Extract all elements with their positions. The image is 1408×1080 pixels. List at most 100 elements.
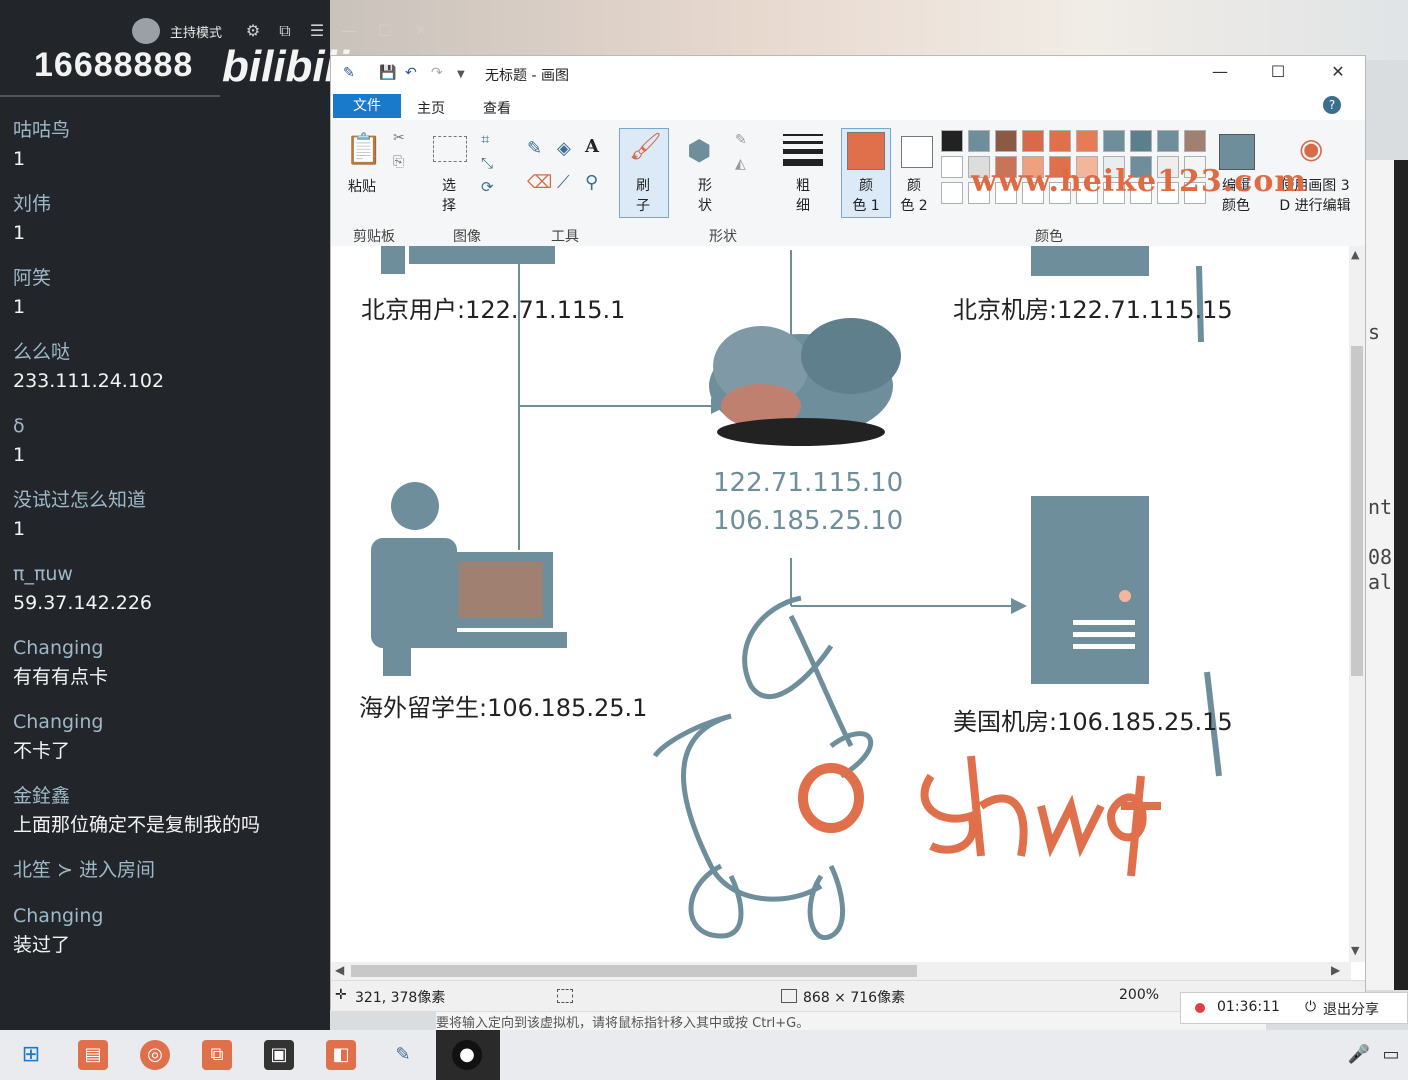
maximize-icon[interactable]: ☐ (376, 22, 394, 40)
undo-icon[interactable]: ↶ (405, 65, 417, 81)
exit-share-button[interactable]: 退出分享 (1323, 999, 1379, 1019)
redo-icon[interactable]: ↷ (431, 65, 443, 81)
palette-swatch[interactable] (1157, 130, 1179, 152)
chat-message: 阿笑 1 (13, 264, 323, 338)
palette-swatch[interactable] (941, 156, 963, 178)
windows-start-icon[interactable]: ⊞ (16, 1040, 46, 1070)
resize-icon[interactable]: ⤡ (481, 154, 493, 172)
message-user: π_πuw (13, 563, 73, 585)
tab-file[interactable]: 文件 (333, 94, 401, 118)
text-icon[interactable]: A (585, 136, 599, 157)
chat-message: π_πuw 59.37.142.226 (13, 560, 323, 634)
fill-icon[interactable]: ◈ (557, 138, 571, 159)
thickness-button[interactable]: 粗 细 (791, 176, 815, 216)
brush-label: 刷 子 (636, 178, 650, 214)
notification-icon[interactable]: ▭ (1376, 1040, 1406, 1070)
tab-view[interactable]: 查看 (483, 98, 511, 118)
color2-swatch[interactable] (901, 136, 933, 168)
eraser-icon[interactable]: ⌫ (527, 172, 552, 193)
scroll-right-icon[interactable]: ▶ (1331, 963, 1340, 977)
hscroll-thumb[interactable] (351, 965, 917, 977)
rotate-icon[interactable]: ⟳ (481, 178, 494, 196)
palette-swatch[interactable] (1184, 130, 1206, 152)
minimize-icon[interactable]: — (340, 22, 358, 40)
customize-dropdown-icon[interactable]: ▼ (457, 69, 465, 80)
group-label-tools: 工具 (551, 229, 579, 245)
vertical-scrollbar[interactable]: ▲ ▼ (1349, 246, 1365, 962)
settings-icon[interactable]: ⚙ (244, 22, 262, 40)
vm-app-icon[interactable]: ⧉ (202, 1040, 232, 1070)
copy-icon[interactable]: ⎘ (393, 154, 404, 170)
terminal-text: 08 (1368, 545, 1393, 569)
color-picker-icon[interactable]: ⟋ (557, 172, 570, 193)
cursor-position: 321, 378像素 (355, 990, 446, 1006)
terminal-text: s (1368, 320, 1381, 344)
chat-message: 金銓鑫 上面那位确定不是复制我的吗 (13, 782, 323, 856)
help-icon[interactable]: ? (1323, 96, 1341, 114)
horizontal-scrollbar[interactable]: ◀ ▶ (331, 962, 1351, 980)
scroll-thumb[interactable] (1351, 346, 1363, 676)
paint3d-icon[interactable]: ◉ (1299, 132, 1323, 165)
paint-window: ✎ 💾 ↶ ↷ ▼ 无标题 - 画图 — ☐ ✕ 文件 主页 查看 ? 📋 粘贴… (330, 55, 1366, 1011)
vm-hint: 要将输入定向到该虚拟机，请将鼠标指针移入其中或按 Ctrl+G。 (436, 1012, 1266, 1030)
cut-icon[interactable]: ✂ (393, 130, 405, 146)
zoom-level: 200% (1119, 987, 1160, 1003)
palette-swatch[interactable] (1103, 130, 1125, 152)
color2-button[interactable]: 颜 色 2 (899, 176, 929, 216)
window-title: 无标题 - 画图 (485, 68, 569, 84)
palette-swatch[interactable] (941, 130, 963, 152)
palette-swatch[interactable] (968, 130, 990, 152)
paste-icon[interactable]: 📋 (345, 132, 382, 167)
scroll-up-icon[interactable]: ▲ (1351, 248, 1359, 261)
palette-swatch[interactable] (1049, 130, 1071, 152)
thickness-icon[interactable] (783, 134, 823, 166)
chat-message: 刘伟 1 (13, 190, 323, 264)
palette-swatch[interactable] (1076, 130, 1098, 152)
save-icon[interactable]: 💾 (379, 65, 396, 81)
host-mode-label: 主持模式 (170, 26, 223, 41)
system-text: 北笙 ≻ 进入房间 (13, 859, 155, 881)
power-icon[interactable]: ⏻ (1305, 999, 1316, 1015)
paste-button[interactable]: 粘贴 (345, 176, 379, 196)
message-text: 不卡了 (13, 740, 71, 762)
ribbon: 📋 粘贴 ✂ ⎘ 选 择 ⌗ ⤡ ⟳ ✎ ◈ A ⌫ ⟋ ⚲ 🖌 刷 子 ⬢ 形… (331, 120, 1365, 247)
magnifier-icon[interactable]: ⚲ (585, 172, 598, 193)
microphone-icon[interactable]: 🎤 (1344, 1040, 1374, 1070)
message-text: 1 (13, 148, 26, 170)
palette-swatch[interactable] (995, 130, 1017, 152)
select-button[interactable]: 选 择 (437, 176, 461, 216)
office-icon[interactable]: ◧ (326, 1040, 356, 1070)
color1-label: 颜 色 1 (852, 178, 880, 214)
paint-taskbar-icon[interactable]: ✎ (388, 1040, 418, 1070)
group-label-clipboard: 剪贴板 (353, 229, 395, 245)
terminal-icon[interactable]: ▣ (264, 1040, 294, 1070)
chat-message: 咕咕鸟 1 (13, 116, 323, 190)
fill-shape-icon[interactable]: ◭ (735, 156, 746, 172)
palette-swatch[interactable] (1022, 130, 1044, 152)
maximize-button[interactable]: ☐ (1263, 62, 1293, 84)
crop-icon[interactable]: ⌗ (481, 130, 489, 148)
label-beijing-room: 北京机房:122.71.115.15 (953, 296, 1233, 324)
minimize-button[interactable]: — (1205, 62, 1235, 84)
shape-button[interactable]: 形 状 (693, 176, 717, 216)
bilibili-live-icon[interactable]: ● (452, 1040, 482, 1070)
scroll-left-icon[interactable]: ◀ (335, 963, 344, 977)
chat-message: 没试过怎么知道 1 (13, 486, 323, 560)
palette-swatch[interactable] (1130, 130, 1152, 152)
select-icon[interactable] (433, 136, 467, 162)
avatar (132, 18, 160, 44)
file-explorer-icon[interactable]: ▤ (78, 1040, 108, 1070)
palette-swatch[interactable] (941, 182, 963, 204)
chat-message: Changing 不卡了 (13, 708, 323, 782)
drawing-canvas[interactable]: 北京用户:122.71.115.1 北京机房:122.71.115.15 122… (331, 246, 1351, 962)
close-icon[interactable]: ✕ (412, 22, 430, 40)
pencil-icon[interactable]: ✎ (527, 138, 542, 159)
popout-icon[interactable]: ⧉ (276, 22, 294, 40)
scroll-down-icon[interactable]: ▼ (1351, 944, 1359, 957)
shapes-icon[interactable]: ⬢ (687, 134, 711, 167)
close-button[interactable]: ✕ (1323, 62, 1353, 84)
outline-icon[interactable]: ✎ (735, 132, 747, 148)
tab-home[interactable]: 主页 (417, 98, 445, 118)
browser-icon[interactable]: ◎ (140, 1040, 170, 1070)
menu-icon[interactable]: ☰ (308, 22, 326, 40)
